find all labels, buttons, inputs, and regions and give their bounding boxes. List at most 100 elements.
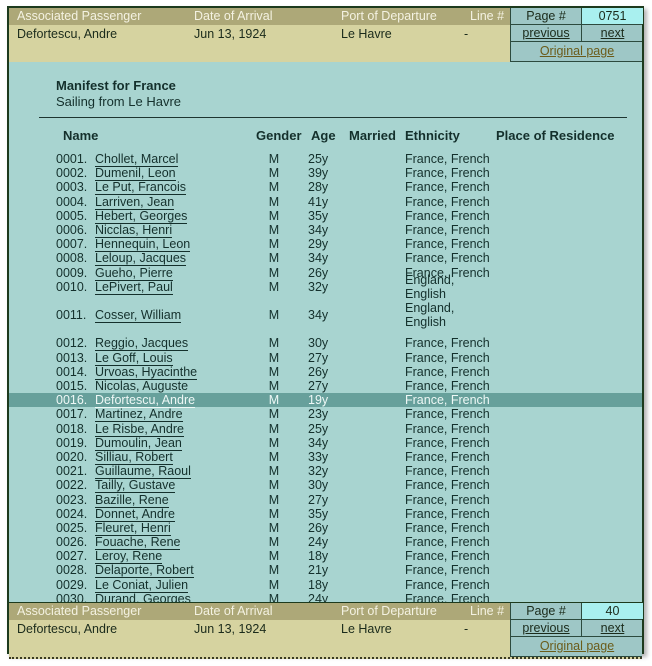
table-row[interactable]: 0002. Dumenil, Leon M 39y France, French xyxy=(9,166,642,182)
table-row[interactable]: 0020. Silliau, Robert M 33y France, French xyxy=(9,449,642,465)
table-row[interactable]: 0018. Le Risbe, Andre M 25y France, French xyxy=(9,421,642,437)
row-passenger-name[interactable]: Larriven, Jean xyxy=(95,194,175,210)
passenger-name-link[interactable]: Cosser, William xyxy=(95,308,182,324)
row-passenger-name[interactable]: Guillaume, Raoul xyxy=(95,464,191,480)
table-row[interactable]: 0007. Hennequin, Leon M 29y France, French xyxy=(9,237,642,253)
passenger-name-link[interactable]: Hebert, Georges xyxy=(95,208,188,224)
passenger-name-link[interactable]: Tailly, Gustave xyxy=(95,478,176,494)
passenger-name-link[interactable]: Silliau, Robert xyxy=(95,449,173,465)
passenger-name-link[interactable]: Dumoulin, Jean xyxy=(95,435,182,451)
row-passenger-name[interactable]: Defortescu, Andre xyxy=(95,393,196,409)
row-passenger-name[interactable]: Durand, Georges xyxy=(95,591,191,602)
table-row[interactable]: 0025. Fleuret, Henri M 26y France, French xyxy=(9,520,642,536)
row-passenger-name[interactable]: Le Goff, Louis xyxy=(95,350,173,366)
row-passenger-name[interactable]: Delaporte, Robert xyxy=(95,563,194,579)
passenger-name-link[interactable]: Nicclas, Henri xyxy=(95,222,173,238)
row-passenger-name[interactable]: Tailly, Gustave xyxy=(95,478,176,494)
row-passenger-name[interactable]: Dumoulin, Jean xyxy=(95,435,182,451)
table-row[interactable]: 0017. Martinez, Andre M 23y France, French xyxy=(9,407,642,423)
header-page-number-value[interactable]: 0751 xyxy=(582,8,643,24)
row-passenger-name[interactable]: Urvoas, Hyacinthe xyxy=(95,364,198,380)
table-row[interactable]: 0026. Fouache, Rene M 24y France, French xyxy=(9,535,642,551)
table-row[interactable]: 0011. Cosser, William M 34y England, English xyxy=(9,301,642,336)
passenger-name-link[interactable]: Urvoas, Hyacinthe xyxy=(95,364,198,380)
table-row[interactable]: 0009. Gueho, Pierre M 26y France, French xyxy=(9,265,642,281)
row-passenger-name[interactable]: Hennequin, Leon xyxy=(95,237,191,253)
table-row[interactable]: 0004. Larriven, Jean M 41y France, French xyxy=(9,194,642,210)
passenger-name-link[interactable]: Le Put, Francois xyxy=(95,180,187,196)
row-passenger-name[interactable]: Cosser, William xyxy=(95,308,182,324)
passenger-name-link[interactable]: Chollet, Marcel xyxy=(95,152,179,167)
table-row[interactable]: 0008. Leloup, Jacques M 34y France, French xyxy=(9,251,642,267)
row-passenger-name[interactable]: Le Put, Francois xyxy=(95,180,187,196)
table-row[interactable]: 0015. Nicolas, Auguste M 27y France, French xyxy=(9,379,642,395)
row-passenger-name[interactable]: Nicolas, Auguste xyxy=(95,379,189,395)
header-next-button[interactable]: next xyxy=(582,25,643,41)
passenger-name-link[interactable]: Defortescu, Andre xyxy=(95,393,196,409)
table-row[interactable]: 0010. LePivert, Paul M 32y England, English xyxy=(9,273,642,308)
row-age: 28y xyxy=(308,180,329,195)
table-row[interactable]: 0027. Leroy, Rene M 18y France, French xyxy=(9,549,642,565)
passenger-name-link[interactable]: Fleuret, Henri xyxy=(95,520,171,536)
row-passenger-name[interactable]: Donnet, Andre xyxy=(95,506,175,522)
row-passenger-name[interactable]: Nicclas, Henri xyxy=(95,222,173,238)
row-passenger-name[interactable]: Bazille, Rene xyxy=(95,492,169,508)
passenger-name-link[interactable]: Nicolas, Auguste xyxy=(95,379,189,395)
row-passenger-name[interactable]: Fouache, Rene xyxy=(95,535,181,551)
row-passenger-name[interactable]: Fleuret, Henri xyxy=(95,520,171,536)
passenger-name-link[interactable]: Reggio, Jacques xyxy=(95,336,189,352)
table-row[interactable]: 0016. Defortescu, Andre M 19y France, French xyxy=(9,393,642,409)
footer-original-page-button[interactable]: Original page xyxy=(511,637,643,655)
passenger-name-link[interactable]: Durand, Georges xyxy=(95,591,191,602)
passenger-name-link[interactable]: Bazille, Rene xyxy=(95,492,169,508)
passenger-name-link[interactable]: Donnet, Andre xyxy=(95,506,175,522)
row-passenger-name[interactable]: Gueho, Pierre xyxy=(95,265,173,281)
passenger-name-link[interactable]: Dumenil, Leon xyxy=(95,166,176,182)
row-passenger-name[interactable]: Leloup, Jacques xyxy=(95,251,187,267)
table-row[interactable]: 0006. Nicclas, Henri M 34y France, French xyxy=(9,222,642,238)
row-passenger-name[interactable]: Leroy, Rene xyxy=(95,549,163,565)
row-passenger-name[interactable]: Hebert, Georges xyxy=(95,208,188,224)
passenger-name-link[interactable]: Leloup, Jacques xyxy=(95,251,187,267)
passenger-name-link[interactable]: LePivert, Paul xyxy=(95,279,173,295)
table-row[interactable]: 0001. Chollet, Marcel M 25y France, French xyxy=(9,152,642,167)
passenger-name-link[interactable]: Gueho, Pierre xyxy=(95,265,173,281)
header-original-page-button[interactable]: Original page xyxy=(511,42,643,60)
table-row[interactable]: 0013. Le Goff, Louis M 27y France, French xyxy=(9,350,642,366)
row-ethnicity: England, English xyxy=(405,301,455,330)
passenger-name-link[interactable]: Guillaume, Raoul xyxy=(95,464,191,480)
table-row[interactable]: 0021. Guillaume, Raoul M 32y France, French xyxy=(9,464,642,480)
footer-next-button[interactable]: next xyxy=(582,620,643,636)
passenger-name-link[interactable]: Le Goff, Louis xyxy=(95,350,173,366)
table-row[interactable]: 0019. Dumoulin, Jean M 34y France, French xyxy=(9,435,642,451)
row-passenger-name[interactable]: Chollet, Marcel xyxy=(95,152,179,167)
table-row[interactable]: 0014. Urvoas, Hyacinthe M 26y France, French xyxy=(9,364,642,380)
table-row[interactable]: 0024. Donnet, Andre M 35y France, French xyxy=(9,506,642,522)
table-row[interactable]: 0003. Le Put, Francois M 28y France, French xyxy=(9,180,642,196)
table-row[interactable]: 0012. Reggio, Jacques M 30y France, French xyxy=(9,336,642,352)
row-passenger-name[interactable]: Reggio, Jacques xyxy=(95,336,189,352)
passenger-name-link[interactable]: Larriven, Jean xyxy=(95,194,175,210)
header-previous-button[interactable]: previous xyxy=(511,25,582,41)
table-row[interactable]: 0030. Durand, Georges M 24y France, French xyxy=(9,591,642,602)
row-passenger-name[interactable]: Le Risbe, Andre xyxy=(95,421,184,437)
row-passenger-name[interactable]: LePivert, Paul xyxy=(95,279,173,295)
passenger-name-link[interactable]: Le Coniat, Julien xyxy=(95,577,189,593)
row-passenger-name[interactable]: Martinez, Andre xyxy=(95,407,183,423)
table-row[interactable]: 0023. Bazille, Rene M 27y France, French xyxy=(9,492,642,508)
table-row[interactable]: 0005. Hebert, Georges M 35y France, French xyxy=(9,208,642,224)
table-row[interactable]: 0029. Le Coniat, Julien M 18y France, French xyxy=(9,577,642,593)
passenger-name-link[interactable]: Leroy, Rene xyxy=(95,549,163,565)
table-row[interactable]: 0028. Delaporte, Robert M 21y France, French xyxy=(9,563,642,579)
table-row[interactable]: 0022. Tailly, Gustave M 30y France, French xyxy=(9,478,642,494)
row-passenger-name[interactable]: Le Coniat, Julien xyxy=(95,577,189,593)
footer-previous-button[interactable]: previous xyxy=(511,620,582,636)
passenger-name-link[interactable]: Martinez, Andre xyxy=(95,407,183,423)
footer-page-number-value[interactable]: 40 xyxy=(582,603,643,619)
passenger-name-link[interactable]: Fouache, Rene xyxy=(95,535,181,551)
passenger-name-link[interactable]: Hennequin, Leon xyxy=(95,237,191,253)
row-passenger-name[interactable]: Silliau, Robert xyxy=(95,449,173,465)
row-passenger-name[interactable]: Dumenil, Leon xyxy=(95,166,176,182)
passenger-name-link[interactable]: Le Risbe, Andre xyxy=(95,421,184,437)
passenger-name-link[interactable]: Delaporte, Robert xyxy=(95,563,194,579)
